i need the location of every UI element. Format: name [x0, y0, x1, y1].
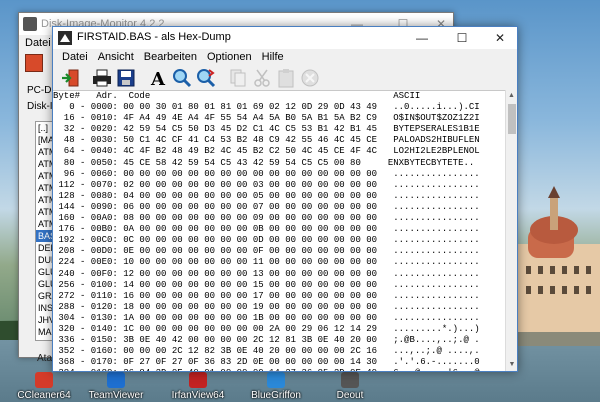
menu-optionen[interactable]: Optionen — [202, 49, 257, 66]
cut-button[interactable] — [251, 67, 273, 89]
hex-dump-window[interactable]: FIRSTAID.BAS - als Hex-Dump — ☐ ✕ Datei … — [52, 26, 518, 372]
desktop-icon-irfanview[interactable]: IrfanView64 — [158, 370, 238, 401]
desktop-icon-ccleaner[interactable]: CCleaner64 — [4, 370, 84, 401]
app-icon — [23, 17, 37, 31]
hex-row: 304 - 0130: 1A 00 00 00 00 00 00 00 1B 0… — [53, 312, 480, 323]
vertical-scrollbar[interactable]: ▲ ▼ — [505, 90, 517, 371]
copy-icon — [230, 69, 246, 87]
font-button[interactable]: A — [147, 67, 169, 89]
hex-row: 48 - 0030: 50 C1 4C CF 41 C4 53 B2 48 C9… — [53, 135, 480, 146]
close-button[interactable]: ✕ — [483, 27, 517, 49]
menu-bearbeiten[interactable]: Bearbeiten — [139, 49, 202, 66]
menu-hilfe[interactable]: Hilfe — [257, 49, 289, 66]
desktop-icon-label: BlueGriffon — [251, 390, 301, 401]
scroll-thumb[interactable] — [508, 104, 516, 134]
hex-row: 144 - 0090: 06 00 00 00 00 00 00 00 07 0… — [53, 201, 480, 212]
find-button[interactable] — [171, 67, 193, 89]
desktop-icon-deout[interactable]: Deout — [310, 370, 390, 401]
hex-row: 240 - 00F0: 12 00 00 00 00 00 00 00 13 0… — [53, 268, 480, 279]
app-icon — [58, 31, 72, 45]
print-button[interactable] — [91, 67, 113, 89]
ccleaner-icon — [35, 372, 53, 388]
exit-button[interactable] — [59, 67, 81, 89]
printer-icon — [93, 69, 111, 87]
desktop-icon-label: CCleaner64 — [17, 390, 71, 401]
save-button[interactable] — [115, 67, 137, 89]
hex-row: 320 - 0140: 1C 00 00 00 00 00 00 00 00 2… — [53, 323, 480, 334]
hex-row: 224 - 00E0: 10 00 00 00 00 00 00 00 11 0… — [53, 257, 480, 268]
hex-row: 256 - 0100: 14 00 00 00 00 00 00 00 15 0… — [53, 279, 480, 290]
hex-row: 272 - 0110: 16 00 00 00 00 00 00 00 17 0… — [53, 290, 480, 301]
hex-row: 160 - 00A0: 08 00 00 00 00 00 00 00 09 0… — [53, 213, 480, 224]
find-next-icon — [197, 69, 216, 88]
menu-ansicht[interactable]: Ansicht — [93, 49, 139, 66]
hex-row: 112 - 0070: 02 00 00 00 00 00 00 00 03 0… — [53, 179, 480, 190]
toolbar: A — [53, 66, 517, 90]
back-menu-file[interactable]: Datei — [25, 37, 51, 49]
hex-row: 0 - 0000: 00 00 30 01 80 01 81 01 69 02 … — [53, 102, 480, 113]
hex-row: 96 - 0060: 00 00 00 00 00 00 00 00 00 00… — [53, 168, 480, 179]
menu-datei[interactable]: Datei — [57, 49, 93, 66]
paste-button[interactable] — [275, 67, 297, 89]
minimize-button[interactable]: — — [405, 27, 439, 49]
window-title: FIRSTAID.BAS - als Hex-Dump — [77, 31, 231, 43]
scroll-up-icon[interactable]: ▲ — [506, 90, 517, 102]
desktop-icon-label: IrfanView64 — [171, 390, 225, 401]
desktop-icon-label: Deout — [336, 390, 364, 401]
hex-row: 176 - 00B0: 0A 00 00 00 00 00 00 00 0B 0… — [53, 224, 480, 235]
svg-text:A: A — [150, 69, 166, 88]
exit-icon[interactable] — [25, 54, 43, 72]
hex-dump-view[interactable]: Byte# Adr. Code ASCII 0 - 0000: 00 00 30… — [53, 90, 505, 371]
desktop-icons: CCleaner64 TeamViewer IrfanView64 BlueGr… — [0, 370, 600, 402]
find-next-button[interactable] — [195, 67, 217, 89]
clipboard-icon — [278, 69, 294, 88]
hex-row: 368 - 0170: 0F 27 0F 27 0F 36 83 2D 0E 0… — [53, 357, 480, 368]
exit-icon — [62, 69, 79, 87]
castle-image — [518, 186, 600, 346]
hex-row: 288 - 0120: 18 00 00 00 00 00 00 00 19 0… — [53, 301, 480, 312]
titlebar[interactable]: FIRSTAID.BAS - als Hex-Dump — ☐ ✕ — [53, 27, 517, 49]
teamviewer-icon — [107, 372, 125, 388]
hex-row: 208 - 00D0: 0E 00 00 00 00 00 00 00 0F 0… — [53, 246, 480, 257]
hex-row: 384 - 0180: 36 84 2D 0E 40 01 00 00 00 1… — [53, 368, 505, 371]
delete-icon — [301, 69, 319, 87]
irfanview-icon — [189, 372, 207, 388]
magnifier-icon — [173, 69, 192, 88]
copy-button[interactable] — [227, 67, 249, 89]
hex-row: 80 - 0050: 45 CE 58 42 59 54 C5 43 42 59… — [53, 157, 475, 168]
hex-row: 32 - 0020: 42 59 54 C5 50 D3 45 D2 C1 4C… — [53, 124, 480, 135]
bluegriffon-icon — [267, 372, 285, 388]
hex-row: 336 - 0150: 3B 0E 40 42 00 00 00 00 2C 1… — [53, 335, 480, 346]
deout-icon — [341, 372, 359, 388]
desktop-icon-teamviewer[interactable]: TeamViewer — [76, 370, 156, 401]
floppy-icon — [117, 69, 135, 87]
delete-button[interactable] — [299, 67, 321, 89]
hex-row: 64 - 0040: 4C 4F B2 48 49 B2 4C 45 B2 C2… — [53, 146, 480, 157]
font-icon: A — [150, 69, 166, 88]
hex-row: 352 - 0160: 00 00 00 2C 12 82 3B 0E 40 2… — [53, 346, 480, 357]
scroll-down-icon[interactable]: ▼ — [506, 359, 518, 371]
scissors-icon — [254, 69, 270, 87]
hex-row: 192 - 00C0: 0C 00 00 00 00 00 00 00 0D 0… — [53, 235, 480, 246]
desktop-icon-label: TeamViewer — [88, 390, 144, 401]
hex-row: 16 - 0010: 4F A4 49 4E A4 4F 55 54 A4 5A… — [53, 113, 480, 124]
hex-header: Byte# Adr. Code ASCII — [53, 91, 421, 101]
hex-row: 128 - 0080: 04 00 00 00 00 00 00 00 05 0… — [53, 190, 480, 201]
desktop-icon-bluegriffon[interactable]: BlueGriffon — [236, 370, 316, 401]
maximize-button[interactable]: ☐ — [445, 27, 479, 49]
menubar: Datei Ansicht Bearbeiten Optionen Hilfe — [53, 49, 517, 66]
